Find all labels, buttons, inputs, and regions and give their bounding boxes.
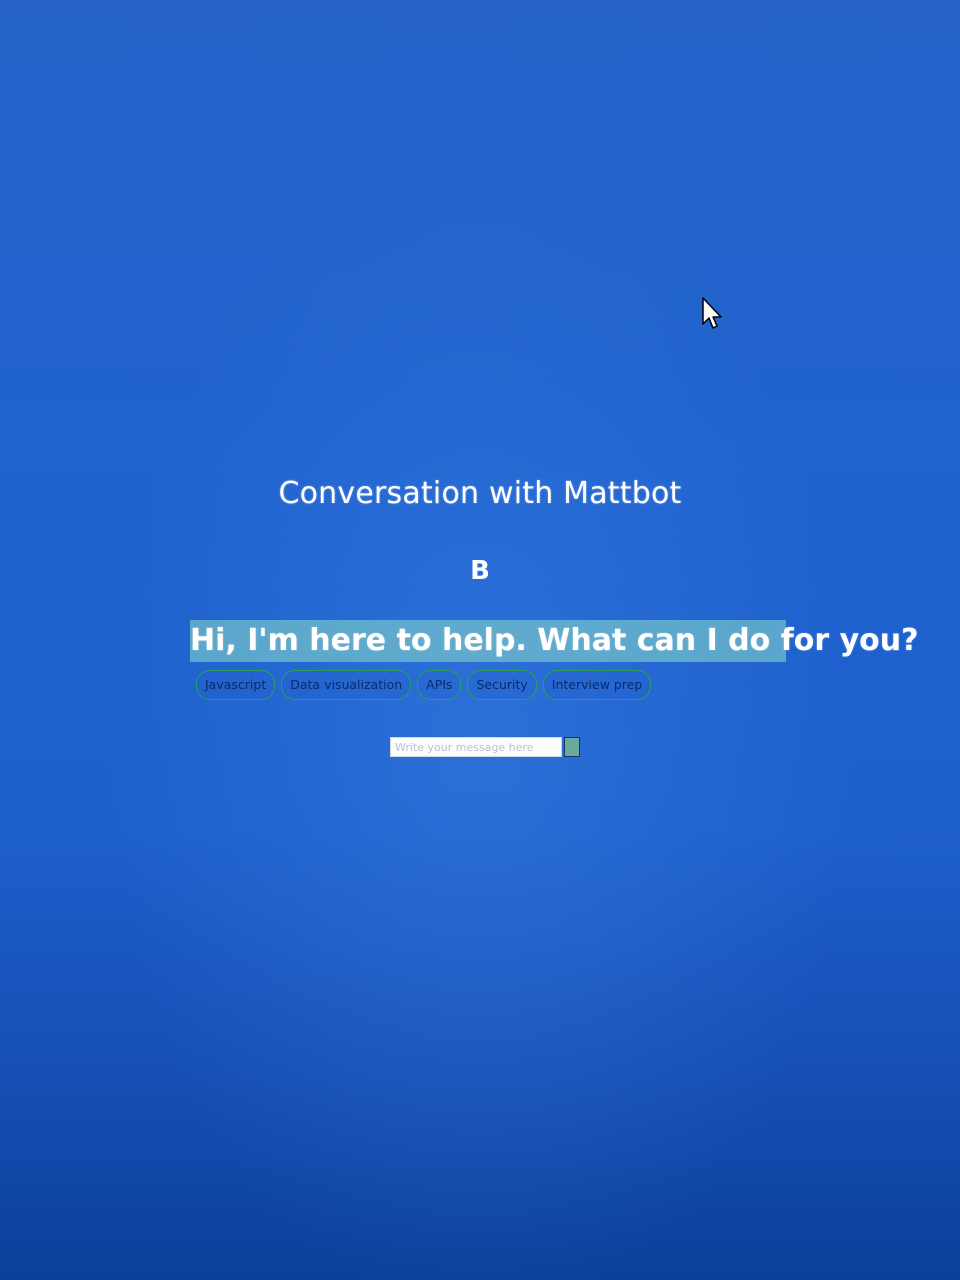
mouse-pointer-icon xyxy=(702,297,722,329)
suggestion-chip-interview-prep[interactable]: Interview prep xyxy=(542,670,652,700)
send-button[interactable] xyxy=(564,737,580,757)
suggestion-chip-apis[interactable]: APIs xyxy=(417,670,462,700)
bot-message-bubble: Hi, I'm here to help. What can I do for … xyxy=(190,620,919,662)
suggestion-chip-data-visualization[interactable]: Data visualization xyxy=(281,670,412,700)
chat-screen: Conversation with Mattbot B Hi, I'm here… xyxy=(0,0,960,1280)
bot-greeting-text: Hi, I'm here to help. What can I do for … xyxy=(190,623,919,658)
suggestion-chips: Javascript Data visualization APIs Secur… xyxy=(196,670,652,700)
message-composer xyxy=(390,737,580,757)
suggestion-chip-security[interactable]: Security xyxy=(467,670,537,700)
suggestion-chip-javascript[interactable]: Javascript xyxy=(196,670,276,700)
bot-avatar: B xyxy=(470,556,490,586)
chat-title: Conversation with Mattbot xyxy=(278,476,682,511)
message-input[interactable] xyxy=(390,737,562,757)
